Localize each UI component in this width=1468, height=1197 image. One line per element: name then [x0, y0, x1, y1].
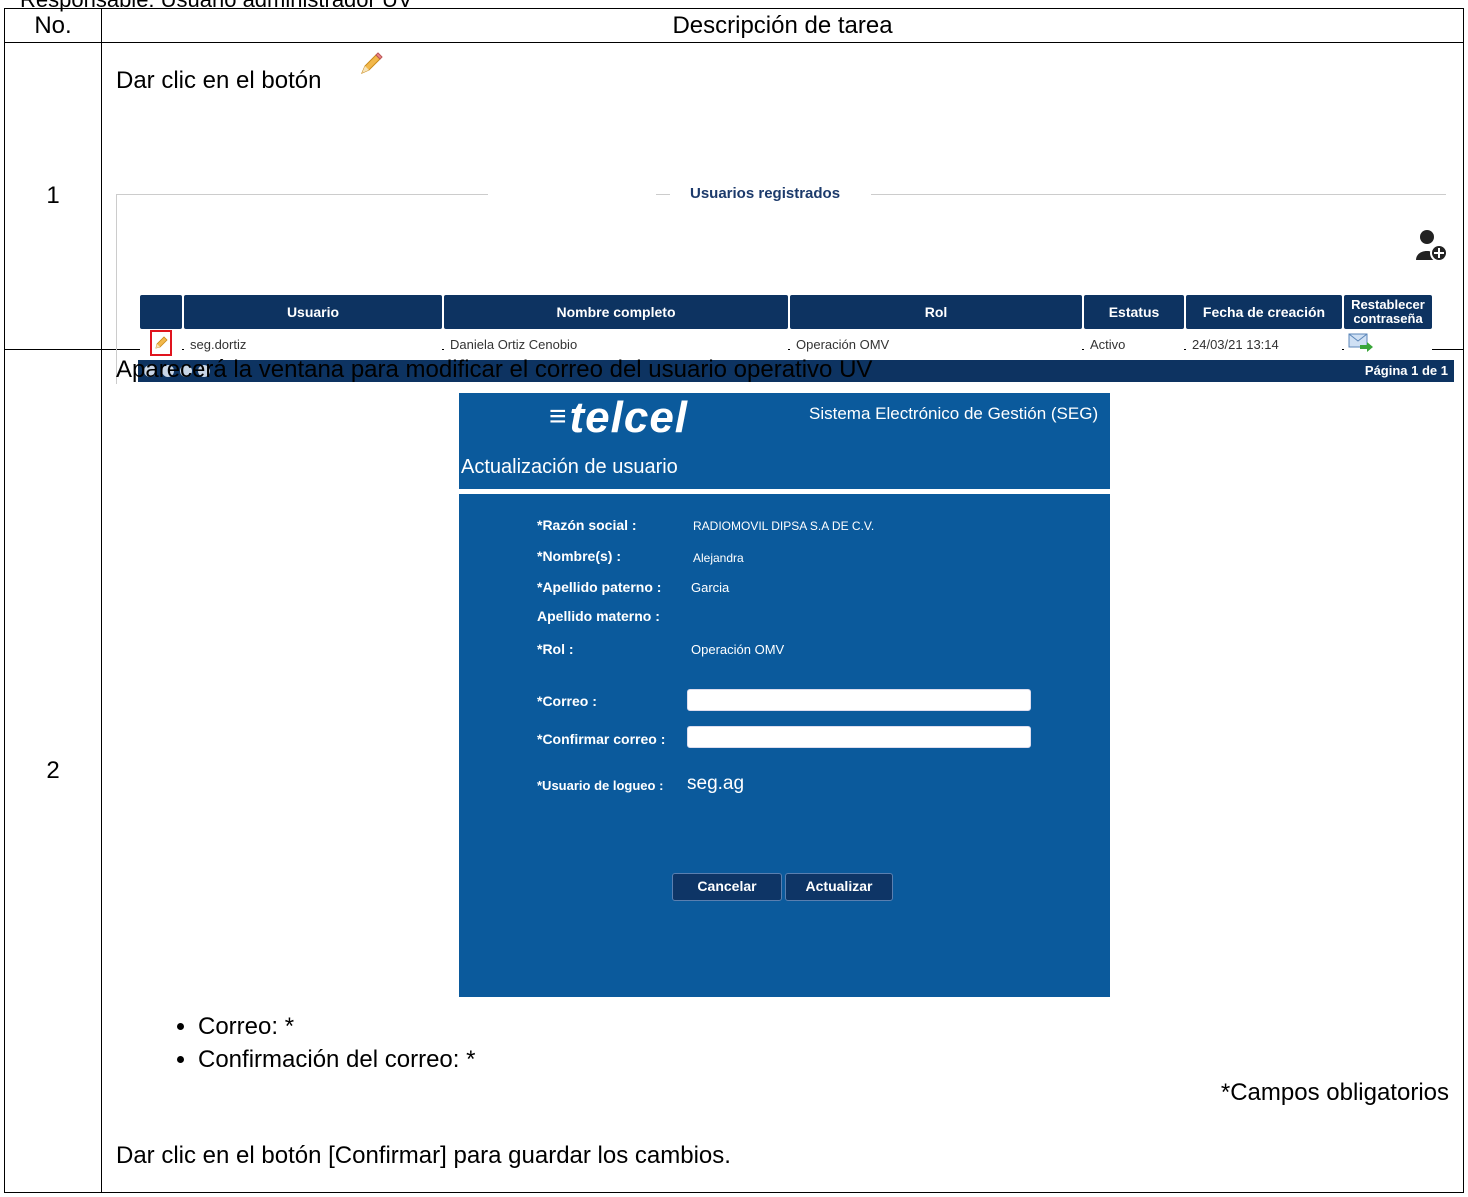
header-no: No.: [4, 8, 102, 43]
correo-label: *Correo :: [537, 693, 597, 709]
step2-final-instruction: Dar clic en el botón [Confirmar] para gu…: [116, 1142, 731, 1169]
logueo-value: seg.ag: [687, 773, 745, 794]
grid-header-action: [140, 295, 182, 329]
rol-value: Operación OMV: [691, 642, 785, 657]
required-note: *Campos obligatorios: [1220, 1079, 1449, 1106]
pencil-icon: [155, 335, 168, 349]
grid-header-fecha[interactable]: Fecha de creación: [1186, 295, 1342, 329]
paterno-label: *Apellido paterno :: [537, 579, 662, 595]
brand-text: telcel: [569, 393, 689, 442]
step-content-2: Aparecerá la ventana para modificar el c…: [101, 349, 1464, 1193]
required-fields-list: Correo: * Confirmación del correo: *: [158, 1010, 475, 1076]
update-user-dialog: ≡telcel Sistema Electrónico de Gestión (…: [459, 393, 1110, 997]
cancel-button[interactable]: Cancelar: [672, 873, 782, 901]
confirmar-correo-input[interactable]: [687, 726, 1031, 748]
dialog-divider: [459, 489, 1110, 494]
list-item: Confirmación del correo: *: [198, 1043, 475, 1076]
step1-instruction-text: Dar clic en el botón: [116, 67, 322, 94]
panel-title: Usuarios registrados: [690, 185, 841, 202]
list-item: Correo: *: [198, 1010, 475, 1043]
paterno-value: Garcia: [691, 580, 730, 595]
dialog-title: Actualización de usuario: [461, 456, 678, 478]
rol-label: *Rol :: [537, 641, 574, 657]
grid-header-row: Usuario Nombre completo Rol Estatus Fech…: [140, 295, 1432, 329]
dialog-header: ≡telcel Sistema Electrónico de Gestión (…: [459, 393, 1110, 448]
grid-header-estatus[interactable]: Estatus: [1084, 295, 1184, 329]
grid-header-restablecer[interactable]: Restablecer contraseña: [1344, 295, 1432, 329]
add-user-icon[interactable]: [1414, 228, 1448, 262]
step2-intro: Aparecerá la ventana para modificar el c…: [116, 356, 873, 383]
grid-header-rol[interactable]: Rol: [790, 295, 1082, 329]
step-row-1: 1 Dar clic en el botón Usuarios registra…: [4, 42, 1464, 384]
pencil-icon: [361, 52, 383, 74]
step-number-2: 2: [4, 349, 102, 1193]
materno-label: Apellido materno :: [537, 608, 660, 624]
procedure-table: No. Descripción de tarea 1 Dar clic en e…: [4, 8, 1464, 1193]
confirmar-label: *Confirmar correo :: [537, 731, 666, 747]
step1-instruction: Dar clic en el botón: [116, 52, 384, 95]
step-row-2: 2 Aparecerá la ventana para modificar el…: [4, 349, 1464, 1193]
panel-border-dash: [656, 194, 670, 195]
razon-value: RADIOMOVIL DIPSA S.A DE C.V.: [693, 519, 875, 533]
header-description: Descripción de tarea: [101, 8, 1464, 43]
panel-border-right: [871, 194, 1446, 195]
razon-label: *Razón social :: [537, 517, 637, 533]
panel-border-left: [116, 194, 488, 195]
nombre-label: *Nombre(s) :: [537, 548, 622, 564]
step-number-1: 1: [4, 42, 102, 350]
nombre-value: Alejandra: [693, 551, 744, 565]
telcel-logo: ≡telcel: [549, 393, 689, 442]
correo-input[interactable]: [687, 689, 1031, 711]
grid-header-usuario[interactable]: Usuario: [184, 295, 442, 329]
grid-header-nombre[interactable]: Nombre completo: [444, 295, 788, 329]
system-name: Sistema Electrónico de Gestión (SEG): [809, 404, 1099, 423]
table-header-row: No. Descripción de tarea: [4, 8, 1464, 43]
users-panel: Usuarios registrados Usuario Nombre comp…: [116, 148, 1454, 384]
logueo-label: *Usuario de logueo :: [537, 778, 664, 793]
update-button[interactable]: Actualizar: [785, 873, 893, 901]
step-content-1: Dar clic en el botón Usuarios registrado…: [101, 42, 1464, 384]
